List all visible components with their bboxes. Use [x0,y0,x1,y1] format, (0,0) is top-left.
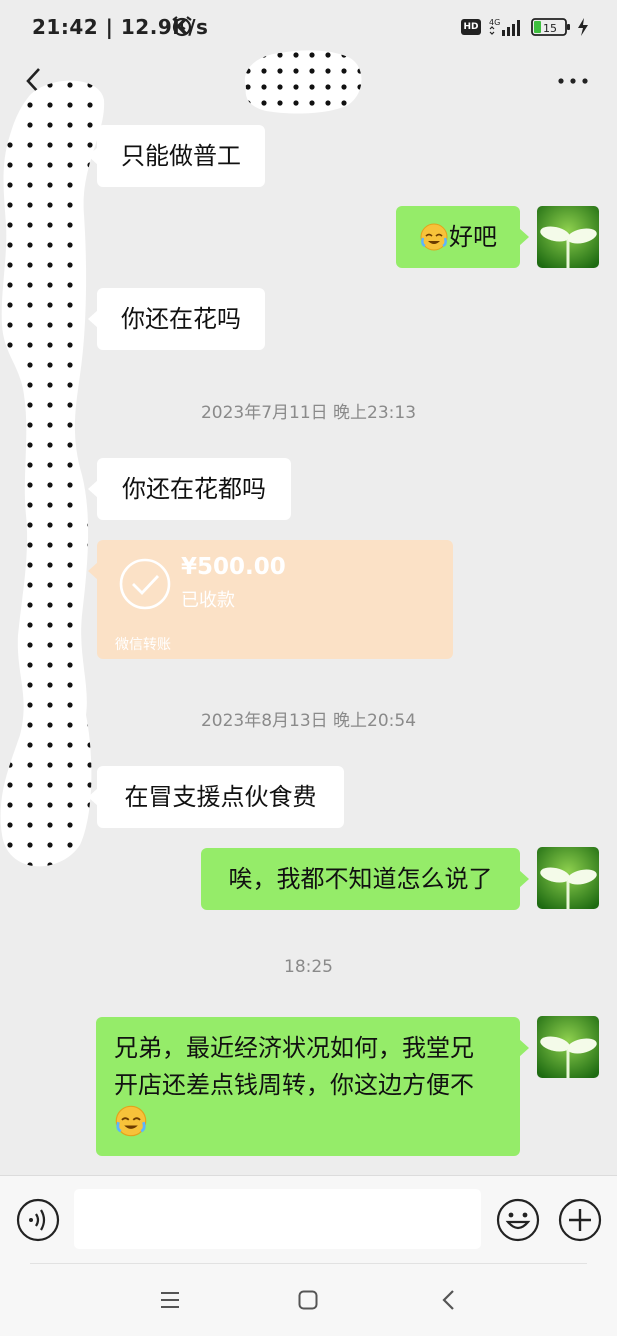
back-key-icon[interactable] [441,1289,455,1311]
message-input[interactable] [74,1189,481,1249]
contact-name-redaction [244,50,362,114]
message-text: 你还在花吗 [121,305,241,333]
message-text: 在冒支援点伙食费 [124,783,317,811]
avatar[interactable] [537,1016,599,1078]
battery-icon: 15 [531,18,570,36]
chat-timestamp: 2023年7月11日 晚上23:13 [200,403,417,423]
message-bubble[interactable]: 在冒支援点伙食费 [88,766,344,828]
chat-timestamp: 18:25 [284,957,333,977]
message-text: 只能做普工 [121,142,241,170]
system-navigation-bar [0,1263,617,1336]
chat-input-bar [0,1175,617,1264]
battery-level: 15 [543,22,557,35]
avatar[interactable] [537,206,599,268]
transfer-amount: ¥500.00 [181,554,286,580]
message-bubble[interactable]: 你还在花吗 [88,288,265,350]
status-bar: 21:42 | 12.9K/s HD 4G 15 [0,0,617,54]
chat-timestamp: 2023年8月13日 晚上20:54 [200,711,417,731]
network-type-label: 4G [489,18,500,27]
more-dots-icon[interactable] [557,76,589,86]
transfer-status: 已收款 [181,590,235,611]
transfer-card[interactable]: ¥500.00 已收款 微信转账 [88,540,453,659]
sprout-avatar-image [537,206,599,268]
check-circle-icon [119,558,171,610]
transfer-source: 微信转账 [115,637,171,653]
voice-icon[interactable] [16,1198,60,1242]
message-text-line: 兄弟，最近经济状况如何，我堂兄 [114,1034,474,1062]
contact-avatar-redaction [0,80,105,867]
message-bubble[interactable]: 唉，我都不知道怎么说了 [201,848,529,910]
facepalm-emoji [420,223,448,251]
plus-icon[interactable] [558,1198,602,1242]
message-bubble[interactable]: 兄弟，最近经济状况如何，我堂兄 开店还差点钱周转，你这边方便不 [96,1017,529,1156]
facepalm-emoji [115,1105,147,1137]
avatar[interactable] [537,847,599,909]
message-bubble[interactable]: 你还在花都吗 [88,458,291,520]
status-icons: HD 4G 15 [461,16,589,38]
message-bubble[interactable]: 好吧 [396,206,529,268]
hd-icon: HD [461,19,481,35]
message-text: 唉，我都不知道怎么说了 [228,865,493,893]
alarm-icon [172,16,192,37]
sprout-avatar-image [537,1016,599,1078]
message-text: 你还在花都吗 [122,475,266,503]
charging-icon [578,18,588,36]
home-key-icon[interactable] [298,1290,318,1310]
sprout-avatar-image [537,847,599,909]
divider [30,1263,587,1264]
message-text: 好吧 [449,223,497,251]
menu-key-icon[interactable] [160,1291,180,1309]
signal-icon: 4G [489,18,520,36]
smiley-icon[interactable] [496,1198,540,1242]
message-bubble[interactable]: 只能做普工 [88,125,265,187]
message-text-line: 开店还差点钱周转，你这边方便不 [114,1071,474,1099]
